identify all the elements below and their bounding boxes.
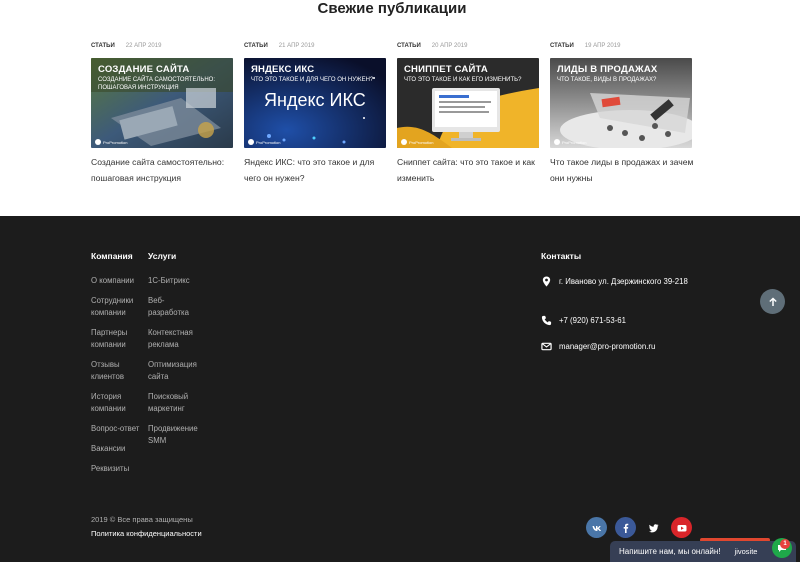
menu-item-faq[interactable]: Вопрос-ответ: [91, 423, 143, 435]
youtube-button[interactable]: [671, 517, 692, 538]
address-text: г. Иваново ул. Дзержинского 39-218: [559, 277, 688, 286]
menu-item-webdev[interactable]: Веб-разработка: [148, 295, 204, 320]
contact-phone[interactable]: +7 (920) 671-53-61: [541, 314, 694, 327]
article-meta: СТАТЬИ 22 АПР 2019: [91, 42, 233, 52]
menu-item-seo[interactable]: Оптимизация сайта: [148, 359, 204, 384]
article-card[interactable]: СТАТЬИ 22 АПР 2019 СОЗДАНИЕ САЙТА СОЗДАНИ…: [91, 42, 233, 183]
thumbnail-title: ЛИДЫ В ПРОДАЖАХ: [557, 64, 658, 75]
privacy-policy-link[interactable]: Политика конфиденциальности: [91, 529, 202, 538]
thumbnail-subtitle: ЧТО ТАКОЕ, ВИДЫ В ПРОДАЖАХ?: [557, 77, 657, 83]
article-title-link[interactable]: Что такое лиды в продажах и зачем они ну…: [550, 155, 695, 186]
chat-notification-badge: 1: [780, 539, 790, 549]
logo-icon: [554, 139, 560, 145]
article-title-link[interactable]: Сниппет сайта: что это такое и как измен…: [397, 155, 542, 186]
chat-label[interactable]: Напишите нам, мы онлайн!: [619, 547, 721, 556]
article-title-link[interactable]: Яндекс ИКС: что это такое и для чего он …: [244, 155, 389, 186]
contact-email[interactable]: manager@pro-promotion.ru: [541, 340, 694, 353]
location-pin-icon: [542, 276, 551, 287]
email-text[interactable]: manager@pro-promotion.ru: [559, 340, 694, 353]
chat-brand: jivosite: [734, 547, 758, 556]
thumbnail-title: СОЗДАНИЕ САЙТА: [98, 64, 190, 75]
article-date: 20 АПР 2019: [431, 43, 468, 49]
scroll-to-top-button[interactable]: [760, 289, 785, 314]
menu-item-bitrix[interactable]: 1С-Битрикс: [148, 275, 204, 287]
services-heading: Услуги: [148, 251, 177, 261]
menu-item-history[interactable]: История компании: [91, 391, 143, 416]
phone-text[interactable]: +7 (920) 671-53-61: [559, 314, 694, 327]
article-date: 19 АПР 2019: [584, 43, 621, 49]
thumbnail-headline: Яндекс ИКС: [264, 90, 366, 110]
publications-section: Свежие публикации СТАТЬИ 22 АПР 2019 СОЗД…: [0, 0, 800, 216]
menu-item-about[interactable]: О компании: [91, 275, 143, 287]
facebook-icon: [623, 523, 628, 533]
thumbnail-logo: ProPromotion: [95, 139, 127, 145]
logo-icon: [248, 139, 254, 145]
article-category[interactable]: СТАТЬИ: [550, 43, 574, 49]
vk-button[interactable]: [586, 517, 607, 538]
menu-item-vacancies[interactable]: Вакансии: [91, 443, 143, 455]
vk-icon: [592, 525, 601, 531]
twitter-button[interactable]: [643, 517, 664, 538]
contacts-heading: Контакты: [541, 251, 582, 261]
article-date: 22 АПР 2019: [125, 43, 162, 49]
article-date: 21 АПР 2019: [278, 43, 315, 49]
facebook-button[interactable]: [615, 517, 636, 538]
menu-item-smm[interactable]: Продвижение SMM: [148, 423, 204, 448]
chat-widget-button[interactable]: Напишите нам, мы онлайн! jivosite: [610, 541, 796, 562]
company-menu: О компании Сотрудники компании Партнеры …: [91, 275, 143, 483]
arrow-up-icon: [768, 296, 777, 306]
thumbnail-title: СНИППЕТ САЙТА: [404, 64, 488, 75]
services-menu: 1С-Битрикс Веб-разработка Контекстная ре…: [148, 275, 204, 455]
menu-item-partners[interactable]: Партнеры компании: [91, 327, 143, 352]
logo-icon: [95, 139, 101, 145]
article-category[interactable]: СТАТЬИ: [91, 43, 115, 49]
article-card[interactable]: СТАТЬИ 19 АПР 2019 ЛИДЫ В ПРОДАЖАХ ЧТО ТА…: [550, 42, 693, 183]
article-card[interactable]: СТАТЬИ 21 АПР 2019 ЯНДЕКС ИКС ЧТО ЭТО ТАК…: [244, 42, 386, 183]
article-meta: СТАТЬИ 21 АПР 2019: [244, 42, 386, 52]
article-title-link[interactable]: Создание сайта самостоятельно: пошаговая…: [91, 155, 236, 186]
section-title: Свежие публикации: [317, 0, 467, 17]
article-meta: СТАТЬИ 19 АПР 2019: [550, 42, 692, 52]
thumbnail-subtitle: ЧТО ЭТО ТАКОЕ И КАК ЕГО ИЗМЕНИТЬ?: [404, 77, 522, 83]
youtube-icon: [677, 524, 686, 531]
thumbnail-logo: ProPromotion: [248, 139, 280, 145]
phone-icon: [541, 315, 552, 326]
contact-address: г. Иваново ул. Дзержинского 39-218: [541, 275, 694, 288]
article-thumbnail[interactable]: СНИППЕТ САЙТА ЧТО ЭТО ТАКОЕ И КАК ЕГО ИЗ…: [397, 58, 539, 148]
article-meta: СТАТЬИ 20 АПР 2019: [397, 42, 539, 52]
menu-item-search-marketing[interactable]: Поисковый маркетинг: [148, 391, 204, 416]
menu-item-reviews[interactable]: Отзывы клиентов: [91, 359, 143, 384]
thumbnail-subtitle: СОЗДАНИЕ САЙТА САМОСТОЯТЕЛЬНО: ПОШАГОВАЯ…: [98, 77, 215, 91]
article-category[interactable]: СТАТЬИ: [244, 43, 268, 49]
thumbnail-logo: ProPromotion: [554, 139, 586, 145]
menu-item-requisites[interactable]: Реквизиты: [91, 463, 143, 475]
thumbnail-subtitle: ЧТО ЭТО ТАКОЕ И ДЛЯ ЧЕГО ОН НУЖЕН?: [251, 77, 374, 83]
article-thumbnail[interactable]: СОЗДАНИЕ САЙТА СОЗДАНИЕ САЙТА САМОСТОЯТЕ…: [91, 58, 233, 148]
page: Свежие публикации СТАТЬИ 22 АПР 2019 СОЗД…: [0, 0, 800, 562]
footer: Компания О компании Сотрудники компании …: [0, 216, 800, 562]
company-heading: Компания: [91, 251, 133, 261]
mail-icon: [541, 342, 552, 351]
menu-item-ppc[interactable]: Контекстная реклама: [148, 327, 204, 352]
article-card[interactable]: СТАТЬИ 20 АПР 2019 СНИППЕТ САЙТА ЧТО ЭТО…: [397, 42, 539, 183]
menu-item-staff[interactable]: Сотрудники компании: [91, 295, 143, 320]
article-thumbnail[interactable]: ЯНДЕКС ИКС ЧТО ЭТО ТАКОЕ И ДЛЯ ЧЕГО ОН Н…: [244, 58, 386, 148]
thumbnail-logo: ProPromotion: [401, 139, 433, 145]
thumbnail-title: ЯНДЕКС ИКС: [251, 64, 315, 75]
logo-icon: [401, 139, 407, 145]
article-thumbnail[interactable]: ЛИДЫ В ПРОДАЖАХ ЧТО ТАКОЕ, ВИДЫ В ПРОДАЖ…: [550, 58, 692, 148]
twitter-icon: [648, 523, 658, 532]
copyright: 2019 © Все права защищены: [91, 515, 193, 524]
article-category[interactable]: СТАТЬИ: [397, 43, 421, 49]
